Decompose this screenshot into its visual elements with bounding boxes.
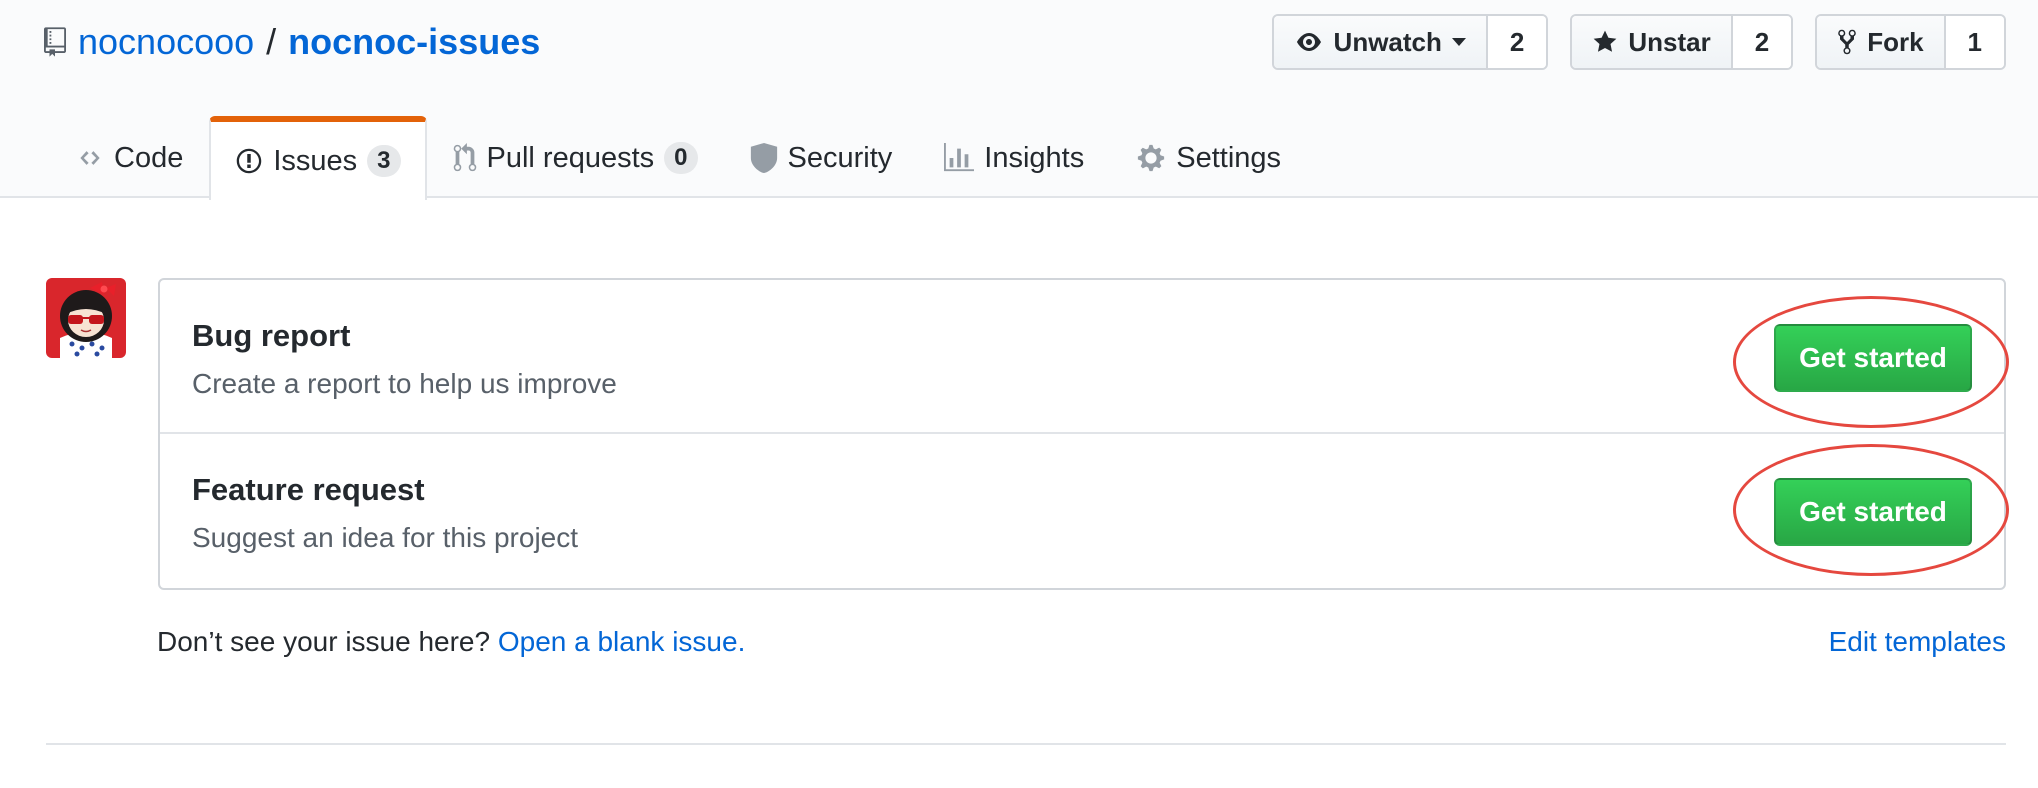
- template-title: Bug report: [192, 318, 351, 353]
- tab-issues-label: Issues: [273, 144, 358, 177]
- divider: [46, 743, 2006, 745]
- issues-counter: 3: [367, 145, 401, 177]
- forks-count[interactable]: 1: [1945, 16, 2004, 68]
- open-blank-issue-link[interactable]: Open a blank issue.: [498, 626, 746, 657]
- repo-title: nocnocooo / nocnoc-issues: [44, 18, 540, 66]
- tab-settings[interactable]: Settings: [1110, 116, 1307, 198]
- tab-pull-requests[interactable]: Pull requests 0: [427, 116, 724, 198]
- edit-templates-link[interactable]: Edit templates: [1829, 626, 2006, 658]
- repo-icon: [44, 24, 70, 60]
- code-icon: [80, 151, 100, 165]
- unstar-button[interactable]: Unstar: [1572, 16, 1733, 68]
- shield-icon: [750, 143, 777, 173]
- star-button-group: Unstar 2: [1570, 14, 1794, 70]
- tab-pull-requests-label: Pull requests: [486, 141, 655, 174]
- tab-code-label: Code: [114, 141, 184, 174]
- repo-actions: Unwatch 2 Unstar 2 Fork 1: [1271, 14, 2006, 70]
- template-title: Feature request: [192, 472, 425, 507]
- blank-issue-question: Don’t see your issue here?: [157, 626, 491, 657]
- template-description: Suggest an idea for this project: [192, 522, 579, 553]
- blank-issue-note: Don’t see your issue here? Open a blank …: [157, 626, 745, 658]
- repo-owner-link[interactable]: nocnocooo: [78, 21, 254, 63]
- template-row-feature-request: Feature request Suggest an idea for this…: [160, 434, 2004, 588]
- unwatch-button[interactable]: Unwatch: [1273, 16, 1488, 68]
- fork-icon: [1838, 29, 1856, 55]
- tab-code[interactable]: Code: [50, 116, 209, 198]
- unstar-label: Unstar: [1628, 26, 1711, 57]
- git-pull-request-icon: [453, 143, 476, 172]
- issue-opened-icon: [237, 148, 262, 174]
- eye-icon: [1296, 33, 1321, 51]
- fork-label: Fork: [1867, 26, 1924, 57]
- star-icon: [1593, 30, 1617, 52]
- repo-path-separator: /: [266, 21, 277, 62]
- tab-settings-label: Settings: [1176, 141, 1282, 174]
- watchers-count[interactable]: 2: [1487, 16, 1547, 68]
- tab-insights[interactable]: Insights: [918, 116, 1110, 198]
- fork-button-group: Fork 1: [1815, 14, 2006, 70]
- repo-name-link[interactable]: nocnoc-issues: [288, 21, 540, 63]
- template-description: Create a report to help us improve: [192, 368, 617, 399]
- tab-security-label: Security: [787, 141, 893, 174]
- issue-templates-list: Bug report Create a report to help us im…: [158, 278, 2006, 590]
- unwatch-label: Unwatch: [1333, 26, 1442, 57]
- avatar[interactable]: [46, 278, 126, 358]
- tab-issues[interactable]: Issues 3: [209, 116, 427, 200]
- fork-button[interactable]: Fork: [1817, 16, 1946, 68]
- repo-header: nocnocooo / nocnoc-issues Unwatch 2 Unst…: [0, 0, 2038, 200]
- gear-icon: [1138, 144, 1165, 172]
- get-started-feature-request-button[interactable]: Get started: [1774, 478, 1972, 546]
- get-started-bug-report-button[interactable]: Get started: [1774, 324, 1972, 392]
- tab-insights-label: Insights: [984, 141, 1085, 174]
- pull-requests-counter: 0: [664, 142, 698, 174]
- repo-nav: Code Issues 3 Pull requests 0 Security I…: [50, 116, 1307, 200]
- watch-button-group: Unwatch 2: [1271, 14, 1549, 70]
- graph-icon: [944, 143, 975, 172]
- tab-security[interactable]: Security: [724, 116, 919, 198]
- stargazers-count[interactable]: 2: [1732, 16, 1792, 68]
- template-row-bug-report: Bug report Create a report to help us im…: [160, 280, 2004, 434]
- chevron-down-icon: [1451, 38, 1466, 46]
